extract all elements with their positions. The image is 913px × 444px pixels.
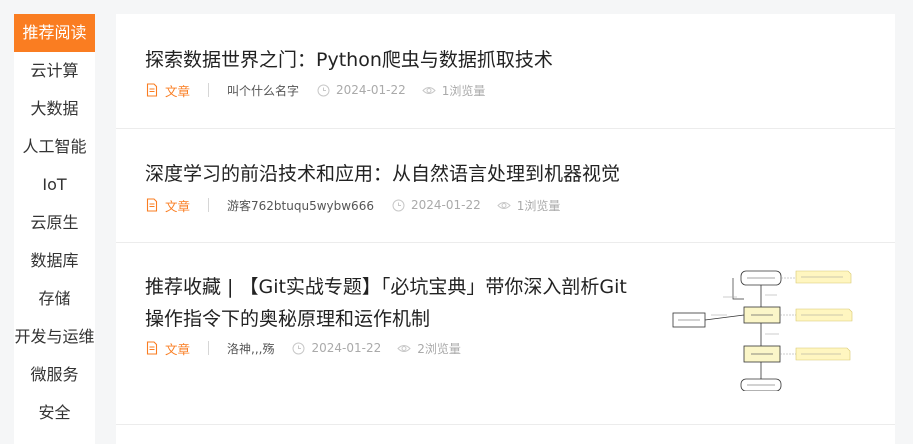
article-meta: 文章 游客762btuqu5wybw666 2024-01-22 1浏览量 [145,195,560,215]
document-icon [146,341,158,355]
article-type[interactable]: 文章 [145,81,190,100]
sidebar-item-iot[interactable]: IoT [14,166,95,204]
article-meta: 文章 叫个什么名字 2024-01-22 1浏览量 [145,80,485,100]
article-views-text: 1浏览量 [441,83,486,98]
article-title[interactable]: 探索数据世界之门：Python爬虫与数据抓取技术 [145,44,553,76]
document-icon [146,83,158,97]
article-type[interactable]: 文章 [145,196,190,215]
sidebar-item-microservices[interactable]: 微服务 [14,356,95,394]
sidebar-item-database[interactable]: 数据库 [14,242,95,280]
sidebar-item-big-data[interactable]: 大数据 [14,90,95,128]
article-date-text: 2024-01-22 [311,341,382,355]
article-date: 2024-01-22 [292,341,381,355]
article-thumbnail[interactable] [671,269,861,391]
article-card: 推荐收藏 | 【Git实战专题】「必坑宝典」带你深入剖析Git操作指令下的奥秘原… [116,243,895,425]
eye-icon [397,344,411,352]
category-sidebar: 推荐阅读 云计算 大数据 人工智能 IoT 云原生 数据库 存储 开发与运维 微… [14,14,95,444]
article-views: 2浏览量 [397,340,461,357]
article-card: 探索数据世界之门：Python爬虫与数据抓取技术 文章 叫个什么名字 2024-… [116,14,895,129]
article-date: 2024-01-22 [317,83,406,97]
article-type[interactable]: 文章 [145,339,190,358]
article-title[interactable]: 推荐收藏 | 【Git实战专题】「必坑宝典」带你深入剖析Git操作指令下的奥秘原… [145,271,645,335]
article-views: 1浏览量 [497,197,561,214]
article-author[interactable]: 叫个什么名字 [227,82,299,99]
meta-divider [208,341,210,355]
sidebar-item-cloud-computing[interactable]: 云计算 [14,52,95,90]
article-date-text: 2024-01-22 [410,198,481,212]
sidebar-item-security[interactable]: 安全 [14,394,95,432]
meta-divider [208,198,210,212]
document-icon [146,198,158,212]
article-card: 深度学习的前沿技术和应用：从自然语言处理到机器视觉 文章 游客762btuqu5… [116,129,895,243]
article-date-text: 2024-01-22 [336,83,406,97]
sidebar-item-recommended[interactable]: 推荐阅读 [14,14,95,52]
article-views: 1浏览量 [422,82,486,99]
clock-icon [317,84,330,96]
article-date: 2024-01-22 [392,198,481,212]
sidebar-item-ai[interactable]: 人工智能 [14,128,95,166]
article-meta: 文章 洛神,,,殇 2024-01-22 2浏览量 [145,338,461,358]
article-type-label: 文章 [165,341,191,357]
article-type-label: 文章 [165,198,191,214]
sidebar-item-storage[interactable]: 存储 [14,280,95,318]
eye-icon [422,86,436,94]
article-author[interactable]: 游客762btuqu5wybw666 [227,197,374,214]
article-title[interactable]: 深度学习的前沿技术和应用：从自然语言处理到机器视觉 [145,158,620,190]
clock-icon [392,199,405,211]
sidebar-item-devops[interactable]: 开发与运维 [14,318,95,356]
article-views-text: 2浏览量 [417,341,461,356]
article-feed: 探索数据世界之门：Python爬虫与数据抓取技术 文章 叫个什么名字 2024-… [116,14,895,444]
article-author[interactable]: 洛神,,,殇 [227,340,274,357]
article-type-label: 文章 [165,83,191,99]
eye-icon [497,201,511,209]
clock-icon [292,342,305,354]
meta-divider [208,83,210,97]
article-views-text: 1浏览量 [516,198,561,213]
sidebar-item-cloud-native[interactable]: 云原生 [14,204,95,242]
